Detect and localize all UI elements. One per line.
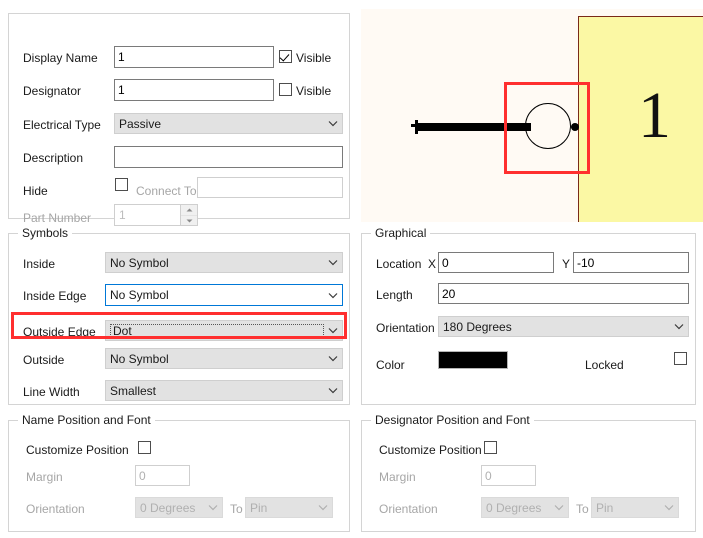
display-name-visible-label: Visible xyxy=(296,51,332,65)
designator-customize-position-label: Customize Position xyxy=(379,443,482,457)
designator-visible-checkbox[interactable] xyxy=(279,83,292,96)
designator-to-value: Pin xyxy=(596,500,614,515)
length-input[interactable] xyxy=(438,283,689,304)
name-to-combo[interactable]: Pin xyxy=(245,497,333,518)
name-orientation-label: Orientation xyxy=(26,502,85,516)
graphical-group: Graphical Location X Y Length Orientatio… xyxy=(361,226,696,405)
chevron-down-icon xyxy=(204,498,222,517)
name-margin-input[interactable] xyxy=(135,465,190,486)
graphical-group-title: Graphical xyxy=(371,226,431,240)
designator-label: Designator xyxy=(23,84,82,98)
chevron-down-icon xyxy=(550,498,568,517)
connect-to-label: Connect To xyxy=(136,184,197,198)
symbol-inside-label: Inside xyxy=(23,257,56,271)
designator-orientation-label: Orientation xyxy=(379,502,438,516)
symbol-inside-value: No Symbol xyxy=(110,255,169,270)
display-name-input[interactable] xyxy=(114,46,274,68)
locked-checkbox[interactable] xyxy=(674,352,687,365)
outside-edge-highlight-box xyxy=(11,312,347,339)
orientation-value: 180 Degrees xyxy=(443,319,512,334)
hide-checkbox[interactable] xyxy=(115,178,128,191)
location-x-label: X xyxy=(428,257,437,271)
orientation-label: Orientation xyxy=(376,321,435,335)
part-number-value: 1 xyxy=(119,208,126,222)
name-orientation-combo[interactable]: 0 Degrees xyxy=(135,497,223,518)
location-label: Location xyxy=(376,257,422,271)
location-x-input[interactable] xyxy=(438,252,554,273)
spinner-up-icon[interactable] xyxy=(181,205,197,215)
location-y-label: Y xyxy=(562,257,571,271)
name-position-group: Name Position and Font Customize Positio… xyxy=(8,413,350,532)
symbol-outside-value: No Symbol xyxy=(110,351,169,366)
orientation-combo[interactable]: 180 Degrees xyxy=(438,316,689,337)
symbols-group-title: Symbols xyxy=(18,226,73,240)
length-label: Length xyxy=(376,288,413,302)
chevron-down-icon xyxy=(314,498,332,517)
locked-label: Locked xyxy=(585,358,624,372)
designator-customize-position-checkbox[interactable] xyxy=(484,441,497,454)
designator-position-group: Designator Position and Font Customize P… xyxy=(361,413,696,532)
designator-orientation-combo[interactable]: 0 Degrees xyxy=(481,497,569,518)
color-swatch[interactable] xyxy=(438,351,508,369)
electrical-type-value: Passive xyxy=(119,116,162,131)
connect-to-input[interactable] xyxy=(197,177,343,198)
designator-visible-label: Visible xyxy=(296,84,332,98)
name-customize-position-label: Customize Position xyxy=(26,443,129,457)
name-margin-label: Margin xyxy=(26,470,63,484)
symbol-outside-combo[interactable]: No Symbol xyxy=(105,348,343,369)
display-name-label: Display Name xyxy=(23,51,98,65)
hide-label: Hide xyxy=(23,184,48,198)
chevron-down-icon xyxy=(324,381,342,400)
color-label: Color xyxy=(376,358,405,372)
name-position-group-title: Name Position and Font xyxy=(18,413,155,427)
symbol-inside-edge-combo[interactable]: No Symbol xyxy=(105,284,343,306)
designator-margin-label: Margin xyxy=(379,470,416,484)
spinner-down-icon[interactable] xyxy=(181,215,197,225)
name-to-label: To xyxy=(230,502,243,516)
display-name-visible-checkbox[interactable] xyxy=(279,50,292,63)
symbol-line-width-combo[interactable]: Smallest xyxy=(105,380,343,401)
pin-preview-panel: 1 xyxy=(361,9,703,222)
symbol-line-width-label: Line Width xyxy=(23,385,80,399)
pin-properties-dialog: Display Name Visible Designator Visible … xyxy=(0,0,703,538)
designator-margin-input[interactable] xyxy=(481,465,536,486)
part-number-spin-buttons[interactable] xyxy=(180,205,197,225)
symbol-inside-edge-value: No Symbol xyxy=(110,288,169,302)
description-label: Description xyxy=(23,151,84,165)
selection-highlight-box xyxy=(504,82,590,174)
pin-number-text: 1 xyxy=(638,79,671,152)
name-customize-position-checkbox[interactable] xyxy=(138,441,151,454)
electrical-type-combo[interactable]: Passive xyxy=(114,113,343,134)
name-orientation-value: 0 Degrees xyxy=(140,500,196,515)
description-input[interactable] xyxy=(114,146,343,168)
chevron-down-icon xyxy=(324,349,342,368)
name-to-value: Pin xyxy=(250,500,268,515)
location-y-input[interactable] xyxy=(573,252,689,273)
electrical-type-label: Electrical Type xyxy=(23,118,101,132)
pin-origin-crosshair-icon xyxy=(411,120,423,134)
part-number-stepper[interactable]: 1 xyxy=(114,204,198,226)
designator-input[interactable] xyxy=(114,79,274,101)
designator-to-label: To xyxy=(576,502,589,516)
designator-to-combo[interactable]: Pin xyxy=(591,497,679,518)
part-number-label: Part Number xyxy=(23,211,92,225)
chevron-down-icon xyxy=(324,285,342,305)
symbol-outside-label: Outside xyxy=(23,353,65,367)
pin-properties-group: Display Name Visible Designator Visible … xyxy=(8,13,350,226)
designator-orientation-value: 0 Degrees xyxy=(486,500,542,515)
designator-position-group-title: Designator Position and Font xyxy=(371,413,534,427)
symbol-inside-edge-label: Inside Edge xyxy=(23,289,87,303)
symbol-inside-combo[interactable]: No Symbol xyxy=(105,252,343,273)
chevron-down-icon xyxy=(670,317,688,336)
chevron-down-icon xyxy=(324,114,342,133)
chevron-down-icon xyxy=(324,253,342,272)
chevron-down-icon xyxy=(660,498,678,517)
symbol-line-width-value: Smallest xyxy=(110,383,157,398)
